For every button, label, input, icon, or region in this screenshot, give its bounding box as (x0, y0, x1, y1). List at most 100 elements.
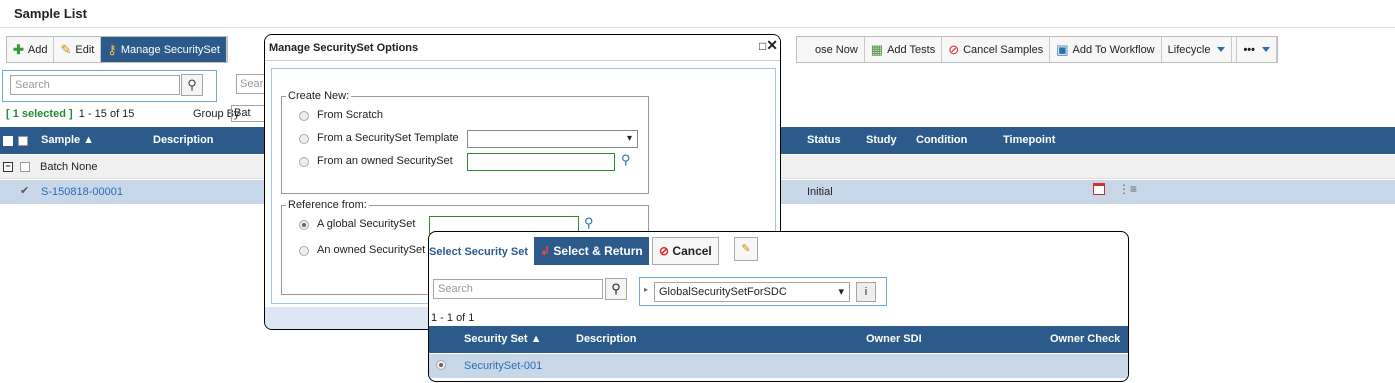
col-study[interactable]: Study (866, 134, 897, 146)
select-security-set-panel: Select Security Set ↲ Select & Return ⊘ … (428, 231, 1129, 382)
title-divider (0, 27, 1395, 28)
collapse-group-icon[interactable]: − (3, 162, 13, 172)
search-icon[interactable]: ⚲ (181, 74, 203, 96)
cancel-samples-button[interactable]: ⊘ Cancel Samples (942, 37, 1051, 62)
chevron-down-icon (1262, 47, 1270, 52)
info-button[interactable]: i (856, 282, 876, 302)
range-text: 1 - 15 of 15 (78, 108, 135, 120)
search-panel: Search ⚲ (2, 70, 217, 102)
owned-securityset-label: An owned SecuritySet (317, 244, 426, 256)
col-sample[interactable]: Sample ▲ (41, 134, 94, 146)
from-scratch-label: From Scratch (317, 109, 384, 121)
collapse-all-icon[interactable]: − (3, 136, 13, 146)
calendar-icon[interactable] (1093, 183, 1105, 195)
dispose-now-button[interactable]: ose Now (797, 37, 865, 62)
dispose-label: ose Now (815, 43, 858, 56)
edit-label: Edit (75, 43, 95, 56)
tests-icon: ▦ (870, 42, 884, 57)
dialog-title: Manage SecuritySet Options (269, 42, 419, 54)
group-by-select[interactable]: Bat (231, 105, 265, 122)
status-cell: Initial (807, 186, 833, 198)
row-radio[interactable] (436, 360, 446, 370)
col-security-set[interactable]: Security Set ▲ (464, 333, 542, 345)
panel-range: 1 - 1 of 1 (431, 312, 475, 324)
close-icon[interactable]: ✕ (766, 37, 778, 53)
add-label: Add (27, 43, 48, 56)
main-toolbar: ✚ Add ✎ Edit ⚷ Manage SecuritySet (6, 36, 228, 63)
chevron-down-icon (1217, 47, 1226, 52)
from-scratch-radio[interactable] (299, 111, 309, 121)
panel-title: Select Security Set (429, 246, 529, 258)
cancel-icon: ⊘ (948, 42, 960, 57)
search-input[interactable]: Search (10, 75, 180, 95)
main-toolbar-right: ose Now ▦ Add Tests ⊘ Cancel Samples ▣ Add … (796, 36, 1278, 63)
table-row[interactable]: SecuritySet-001 (429, 354, 1128, 378)
dialog-header: Manage SecuritySet Options □✕ (265, 35, 780, 61)
col-panel-description[interactable]: Description (576, 333, 637, 345)
add-button[interactable]: ✚ Add (7, 37, 55, 62)
cancel-button[interactable]: ⊘ Cancel (652, 237, 719, 265)
manage-label: Manage SecuritySet (120, 43, 220, 56)
tree-icon[interactable]: ⋮≡ (1118, 182, 1137, 196)
col-condition[interactable]: Condition (916, 134, 967, 146)
more-dropdown[interactable]: ••• (1236, 37, 1277, 62)
cancel-samples-label: Cancel Samples (963, 43, 1044, 56)
panel-toolbar: Select Security Set ↲ Select & Return ⊘ … (429, 232, 1128, 268)
pencil-icon: ✎ (60, 42, 72, 57)
lookup-icon[interactable]: ⚲ (584, 215, 594, 231)
return-arrow-icon: ↲ (540, 244, 551, 258)
select-all-checkbox[interactable] (18, 136, 28, 146)
security-filter-select[interactable]: GlobalSecuritySetForSDC ▾ (654, 282, 850, 302)
security-set-link[interactable]: SecuritySet-001 (464, 360, 542, 372)
key-icon: ⚷ (107, 42, 117, 57)
owned-securityset-radio[interactable] (299, 246, 309, 256)
lifecycle-label: Lifecycle (1167, 43, 1211, 56)
add-to-workflow-label: Add To Workflow (1072, 43, 1155, 56)
chevron-down-icon: ▾ (626, 133, 632, 144)
global-securityset-label: A global SecuritySet (317, 218, 416, 230)
col-status[interactable]: Status (807, 134, 841, 146)
edit-icon[interactable]: ✎ (734, 237, 758, 261)
group-label: Batch None (40, 161, 98, 173)
row-checkbox[interactable]: ✔ (20, 184, 29, 197)
filter-value: GlobalSecuritySetForSDC (659, 286, 787, 298)
select-return-button[interactable]: ↲ Select & Return (534, 237, 649, 265)
search-icon[interactable]: ⚲ (605, 278, 627, 300)
cancel-label: Cancel (672, 244, 712, 258)
dialog-controls: □✕ (759, 37, 778, 54)
add-to-workflow-button[interactable]: ▣ Add To Workflow (1050, 37, 1162, 62)
lookup-icon[interactable]: ⚲ (621, 152, 631, 168)
add-tests-button[interactable]: ▦ Add Tests (865, 37, 943, 62)
chevron-down-icon: ▾ (838, 286, 844, 298)
global-securityset-radio[interactable] (299, 220, 309, 230)
col-description[interactable]: Description (153, 134, 214, 146)
secondary-search-input[interactable]: Sear (236, 74, 266, 94)
sample-link[interactable]: S-150818-00001 (41, 186, 123, 198)
group-checkbox[interactable] (20, 162, 30, 172)
create-new-group: Create New: From Scratch From a Security… (281, 90, 649, 194)
from-owned-label: From an owned SecuritySet (317, 155, 453, 167)
create-new-legend: Create New: (286, 90, 352, 102)
from-owned-radio[interactable] (299, 157, 309, 167)
select-return-label: Select & Return (553, 244, 643, 258)
filter-box: ▸ GlobalSecuritySetForSDC ▾ i (639, 277, 887, 306)
selected-count: [ 1 selected ] (6, 108, 73, 120)
cancel-icon: ⊘ (659, 244, 670, 258)
from-template-radio[interactable] (299, 134, 309, 144)
col-owner-check[interactable]: Owner Check (1050, 333, 1120, 345)
panel-search-input[interactable]: Search (433, 279, 603, 299)
lifecycle-dropdown[interactable]: Lifecycle (1162, 37, 1233, 62)
reference-legend: Reference from: (286, 199, 369, 211)
manage-securityset-button[interactable]: ⚷ Manage SecuritySet (101, 37, 227, 62)
col-timepoint[interactable]: Timepoint (1003, 134, 1055, 146)
col-owner-sdi[interactable]: Owner SDI (866, 333, 922, 345)
expand-icon[interactable]: ▸ (644, 285, 648, 294)
more-label: ••• (1243, 43, 1255, 56)
add-tests-label: Add Tests (887, 43, 936, 56)
template-select[interactable]: ▾ (467, 130, 638, 148)
selection-info: [ 1 selected ] 1 - 15 of 15 (6, 108, 134, 120)
edit-button[interactable]: ✎ Edit (54, 37, 102, 62)
owned-securityset-field[interactable] (467, 153, 615, 171)
page-title: Sample List (14, 6, 87, 21)
plus-icon: ✚ (13, 42, 24, 57)
